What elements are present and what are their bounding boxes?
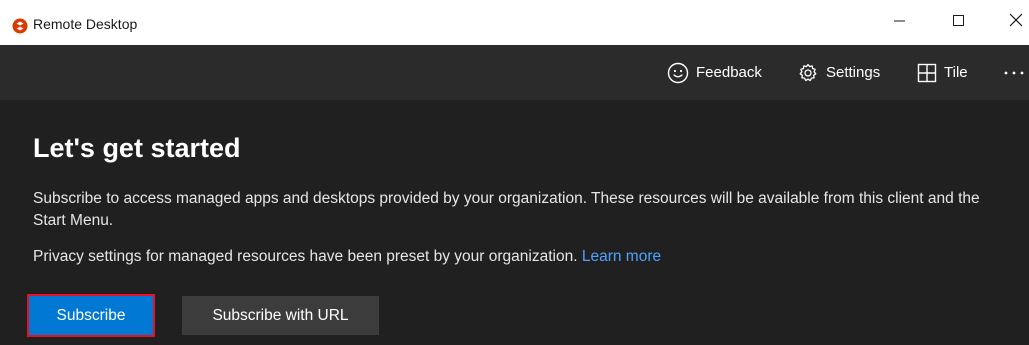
feedback-label: Feedback	[696, 64, 762, 81]
feedback-button[interactable]: Feedback	[667, 45, 762, 100]
description-text: Subscribe to access managed apps and des…	[33, 190, 980, 229]
more-icon	[1003, 70, 1025, 76]
remote-desktop-app-icon	[12, 18, 28, 34]
settings-button[interactable]: Settings	[797, 45, 880, 100]
tile-view-button[interactable]: Tile	[917, 45, 968, 100]
window-title: Remote Desktop	[33, 16, 138, 32]
tile-label: Tile	[944, 64, 968, 81]
subscribe-with-url-button[interactable]: Subscribe with URL	[182, 296, 379, 335]
privacy-text-line: Privacy settings for managed resources h…	[33, 246, 1008, 268]
page-title: Let's get started	[33, 133, 241, 163]
maximize-button[interactable]	[936, 0, 982, 45]
privacy-text: Privacy settings for managed resources h…	[33, 248, 578, 265]
smiley-icon	[667, 62, 689, 84]
toolbar: Feedback Settings Tile	[0, 45, 1029, 100]
main-content: Let's get started Subscribe to access ma…	[0, 100, 1029, 345]
title-bar: Remote Desktop	[0, 0, 1029, 45]
maximize-icon	[953, 14, 965, 32]
minimize-icon	[894, 14, 906, 32]
close-icon	[1009, 13, 1023, 32]
grid-icon	[917, 63, 937, 83]
more-options-button[interactable]	[1003, 45, 1025, 100]
settings-label: Settings	[826, 64, 881, 81]
learn-more-link[interactable]: Learn more	[582, 248, 661, 265]
gear-icon	[797, 62, 819, 84]
close-button[interactable]	[993, 0, 1029, 45]
subscribe-button[interactable]: Subscribe	[27, 294, 155, 337]
minimize-button[interactable]	[877, 0, 923, 45]
